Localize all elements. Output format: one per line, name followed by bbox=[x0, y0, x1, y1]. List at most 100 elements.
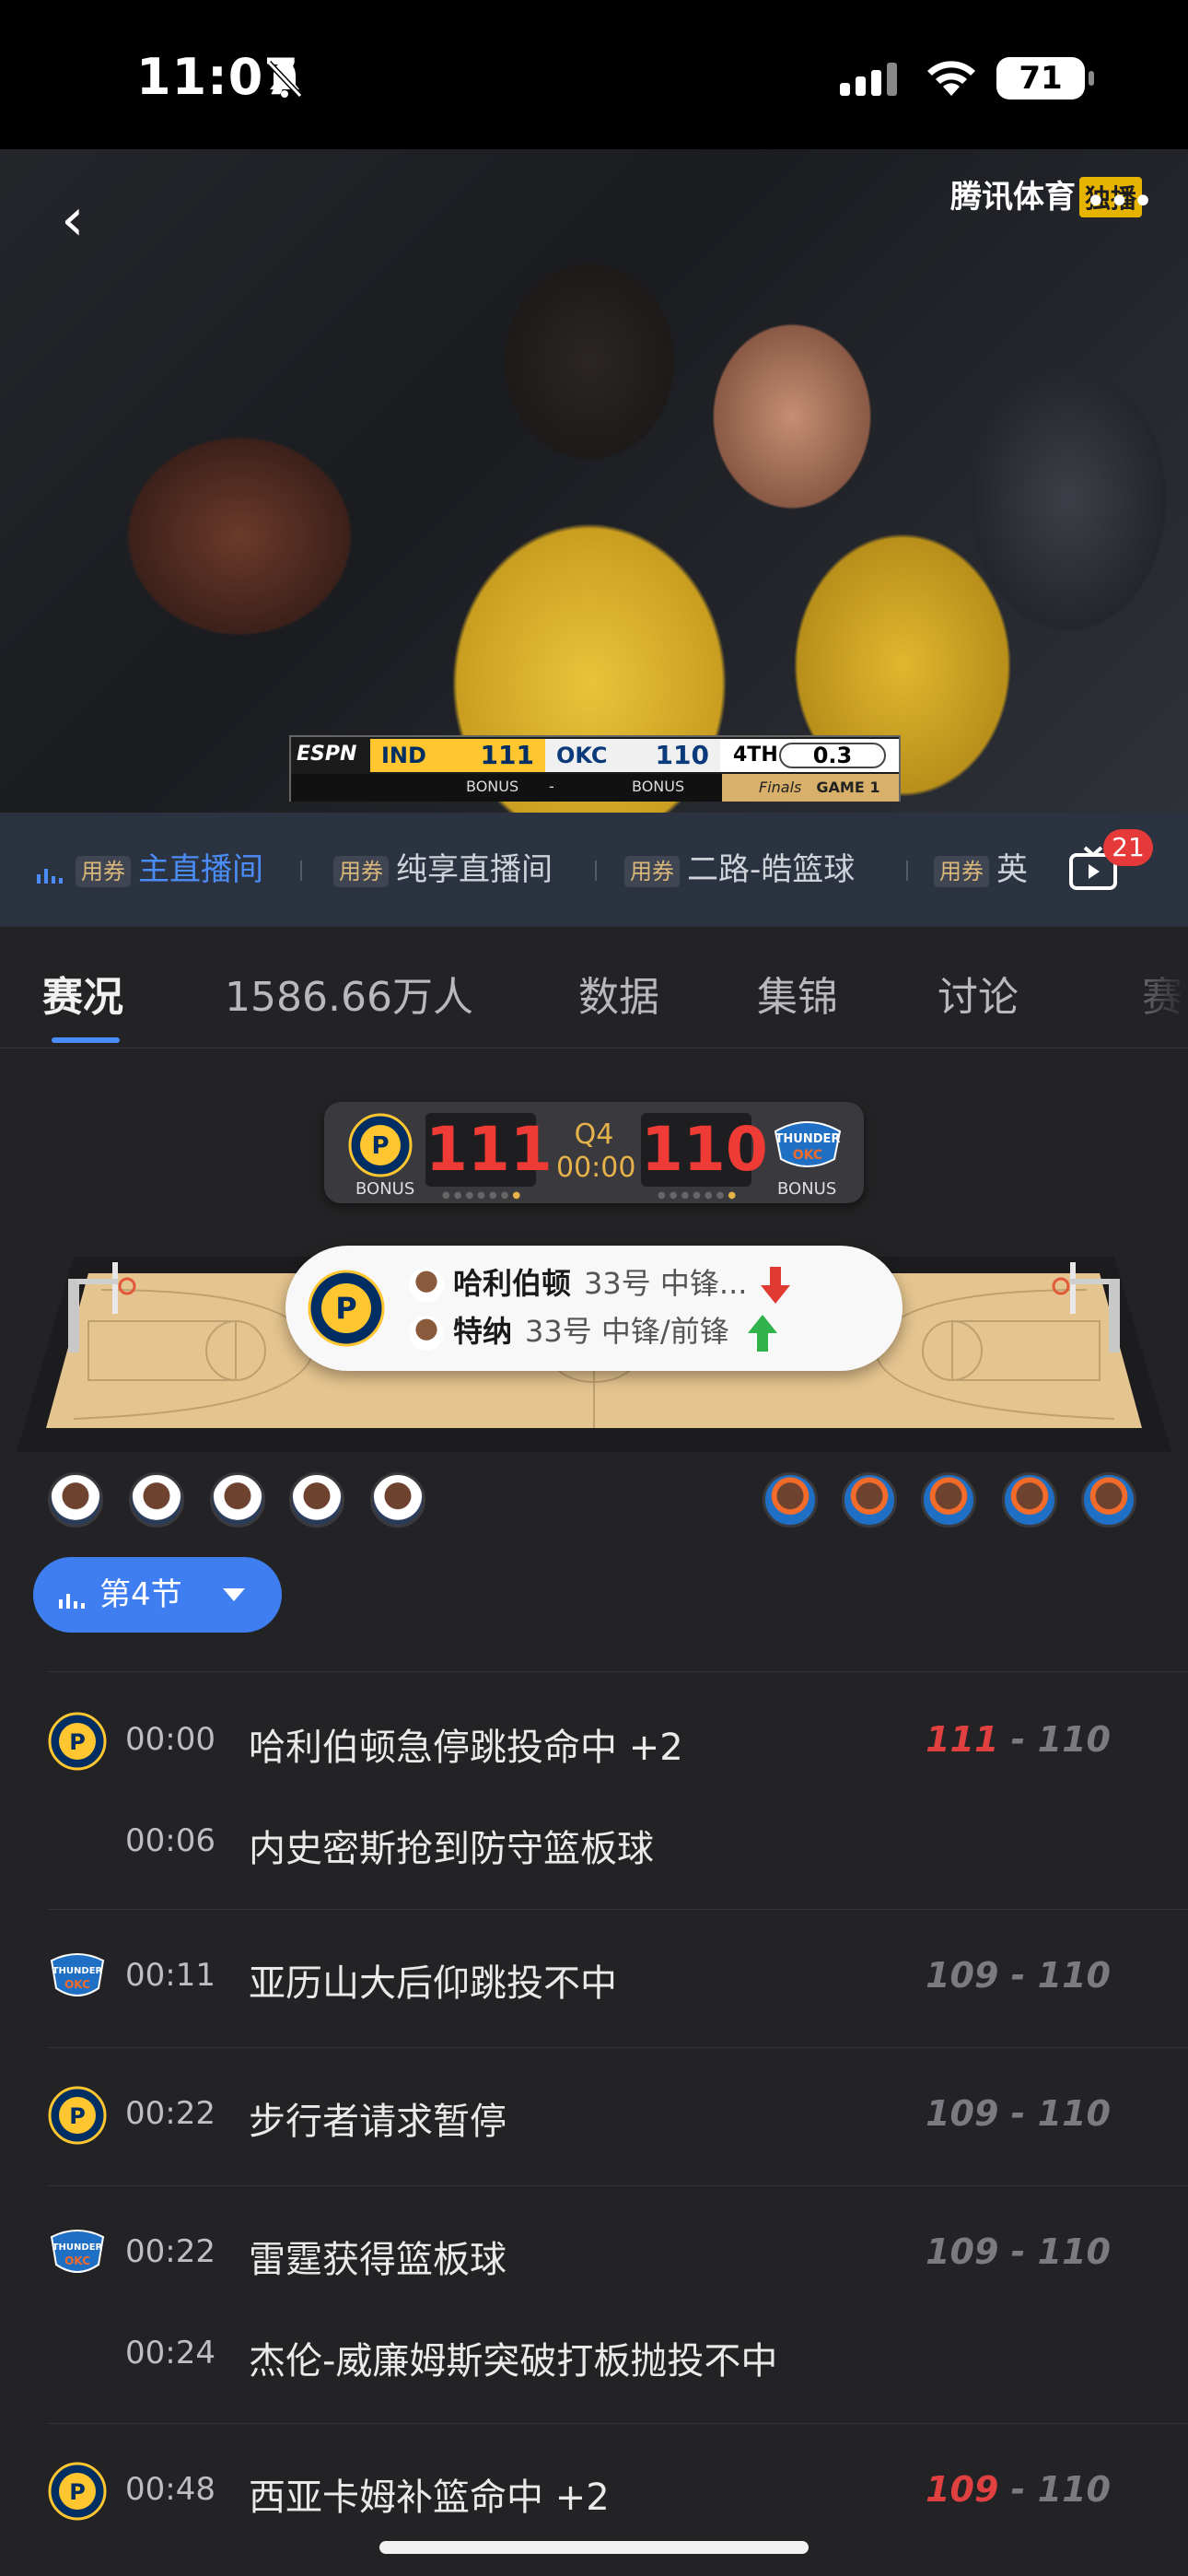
score-separator: - bbox=[998, 1719, 1038, 1760]
event-text: 西亚卡姆补篮命中 +2 bbox=[249, 2476, 610, 2519]
bars-icon bbox=[59, 1593, 85, 1609]
substitution-card: P 哈利伯顿 33号 中锋... 特纳 33号 中锋/前锋 bbox=[285, 1246, 903, 1371]
away-timeouts: ●●●●●●● bbox=[658, 1190, 740, 1200]
scorebug-clock: 0.3 bbox=[779, 743, 886, 768]
battery-indicator: 71 bbox=[996, 57, 1094, 100]
pacers-logo-icon: P bbox=[308, 1270, 385, 1347]
player-avatar[interactable] bbox=[921, 1472, 976, 1528]
event-text: 亚历山大后仰跳投不中 bbox=[249, 1962, 617, 2005]
score-away: 110 bbox=[1037, 2469, 1111, 2510]
arrow-up-icon bbox=[747, 1315, 777, 1352]
game-clock: 00:00 bbox=[556, 1152, 636, 1184]
player-out-detail: 33号 中锋... bbox=[584, 1266, 748, 1301]
scorebug-quarter: 4TH bbox=[733, 744, 778, 767]
score-away: 110 bbox=[1037, 2093, 1111, 2134]
wifi-icon bbox=[927, 61, 975, 96]
score-separator: - bbox=[998, 2469, 1038, 2510]
tab-bar: 赛况 1586.66万人 数据 集锦 讨论 赛 bbox=[0, 927, 1188, 1048]
coupon-tag: 用券 bbox=[624, 855, 680, 887]
scorebug-separator: - bbox=[549, 778, 554, 795]
player-in-name: 特纳 bbox=[453, 1314, 513, 1349]
player-avatar[interactable] bbox=[842, 1472, 897, 1528]
svg-text:P: P bbox=[69, 2479, 86, 2505]
pacers-logo-icon: P bbox=[48, 1712, 107, 1771]
away-score: 110 bbox=[641, 1113, 768, 1187]
scorebug-home: IND 111 bbox=[370, 739, 545, 772]
player-avatar[interactable] bbox=[370, 1472, 425, 1528]
tab-viewers[interactable]: 1586.66万人 bbox=[225, 964, 473, 1023]
event-time: 00:00 bbox=[125, 1721, 215, 1758]
score-home: 111 bbox=[926, 1719, 999, 1760]
score-separator: - bbox=[998, 2231, 1038, 2272]
home-indicator[interactable] bbox=[379, 2541, 809, 2554]
period-clock: Q4 00:00 bbox=[556, 1118, 636, 1185]
svg-text:THUNDER: THUNDER bbox=[52, 2242, 103, 2253]
thunder-logo-icon: THUNDER OKC bbox=[774, 1121, 842, 1167]
active-tab-indicator bbox=[52, 1037, 120, 1043]
channel-second[interactable]: 用券 二路-皓篮球 bbox=[624, 849, 855, 890]
player-in-detail: 33号 中锋/前锋 bbox=[525, 1314, 729, 1349]
player-avatar[interactable] bbox=[1002, 1472, 1057, 1528]
event-text: 雷霆获得篮板球 bbox=[249, 2239, 507, 2281]
more-options-icon[interactable]: ••• bbox=[1085, 181, 1156, 223]
quarter-selector[interactable]: 第4节 bbox=[33, 1557, 282, 1633]
silent-bell-icon bbox=[266, 60, 303, 99]
event-time: 00:22 bbox=[125, 2095, 215, 2132]
home-score: 111 bbox=[425, 1113, 553, 1187]
channel-english[interactable]: 用券英 bbox=[934, 849, 1028, 890]
event-time: 00:06 bbox=[125, 1822, 215, 1859]
quarter-label: 第4节 bbox=[99, 1576, 182, 1613]
channel-pure[interactable]: 用券 纯享直播间 bbox=[333, 849, 553, 890]
caret-down-icon bbox=[223, 1588, 245, 1601]
event-text: 内史密斯抢到防守篮板球 bbox=[249, 1828, 654, 1870]
finals-label: Finals GAME 1 bbox=[722, 774, 899, 802]
home-bonus: BONUS bbox=[355, 1179, 415, 1199]
divider bbox=[48, 2423, 1188, 2424]
svg-text:P: P bbox=[69, 2103, 86, 2129]
channel-label: 二路-皓篮球 bbox=[687, 851, 856, 888]
channel-divider bbox=[300, 861, 302, 881]
channel-main[interactable]: 用券 主直播间 bbox=[37, 849, 263, 890]
divider bbox=[48, 1671, 1188, 1672]
thunder-logo-icon: THUNDER OKC bbox=[50, 1953, 105, 1996]
pacers-logo-icon: P bbox=[348, 1113, 413, 1177]
player-avatar[interactable] bbox=[210, 1472, 265, 1528]
tab-fade bbox=[1133, 927, 1188, 1047]
score-home: 109 bbox=[926, 2231, 999, 2272]
back-chevron-icon[interactable]: ‹ bbox=[61, 186, 85, 254]
event-time: 00:48 bbox=[125, 2471, 215, 2508]
event-time: 00:24 bbox=[125, 2335, 215, 2371]
svg-text:OKC: OKC bbox=[793, 1148, 822, 1163]
svg-text:OKC: OKC bbox=[64, 1978, 90, 1991]
player-avatar[interactable] bbox=[129, 1472, 184, 1528]
event-time: 00:11 bbox=[125, 1957, 215, 1994]
broadcast-scorebug: ESPN IND 111 OKC 110 4TH 0.3 BONUS - BON… bbox=[289, 735, 901, 802]
video-player[interactable]: ‹ 腾讯体育 独播 ••• ESPN IND 111 OKC 110 4TH 0.… bbox=[0, 149, 1188, 813]
divider bbox=[48, 1909, 1188, 1910]
player-avatar[interactable] bbox=[289, 1472, 344, 1528]
player-avatar[interactable] bbox=[1081, 1472, 1136, 1528]
tab-game-status[interactable]: 赛况 bbox=[42, 964, 123, 1023]
scorebug-away-abbr: OKC bbox=[556, 743, 608, 768]
svg-text:OKC: OKC bbox=[64, 2254, 90, 2267]
score-home: 109 bbox=[926, 1955, 999, 1996]
network-logo: ESPN bbox=[297, 743, 357, 766]
tab-stats[interactable]: 数据 bbox=[578, 964, 659, 1023]
channel-divider bbox=[595, 861, 597, 881]
on-court-players bbox=[0, 1472, 1188, 1531]
substitution-out: 哈利伯顿 33号 中锋... bbox=[409, 1260, 790, 1306]
player-avatar[interactable] bbox=[48, 1472, 103, 1528]
player-avatar[interactable] bbox=[763, 1472, 818, 1528]
thunder-logo-icon: THUNDER OKC bbox=[50, 2230, 105, 2273]
finals-text: Finals bbox=[759, 779, 802, 796]
pacers-logo-icon: P bbox=[48, 2086, 107, 2145]
player-out-name: 哈利伯顿 bbox=[453, 1266, 572, 1301]
substitution-in: 特纳 33号 中锋/前锋 bbox=[409, 1308, 777, 1354]
tab-discussion[interactable]: 讨论 bbox=[938, 964, 1019, 1023]
scorebug-away-score: 110 bbox=[655, 740, 709, 770]
event-score: 109 - 110 bbox=[926, 2093, 1111, 2134]
tab-highlights[interactable]: 集锦 bbox=[757, 964, 838, 1023]
event-score: 109 - 110 bbox=[926, 2469, 1111, 2510]
scorebug-home-score: 111 bbox=[480, 740, 534, 770]
scorebug-bonus-left: BONUS bbox=[466, 778, 519, 795]
